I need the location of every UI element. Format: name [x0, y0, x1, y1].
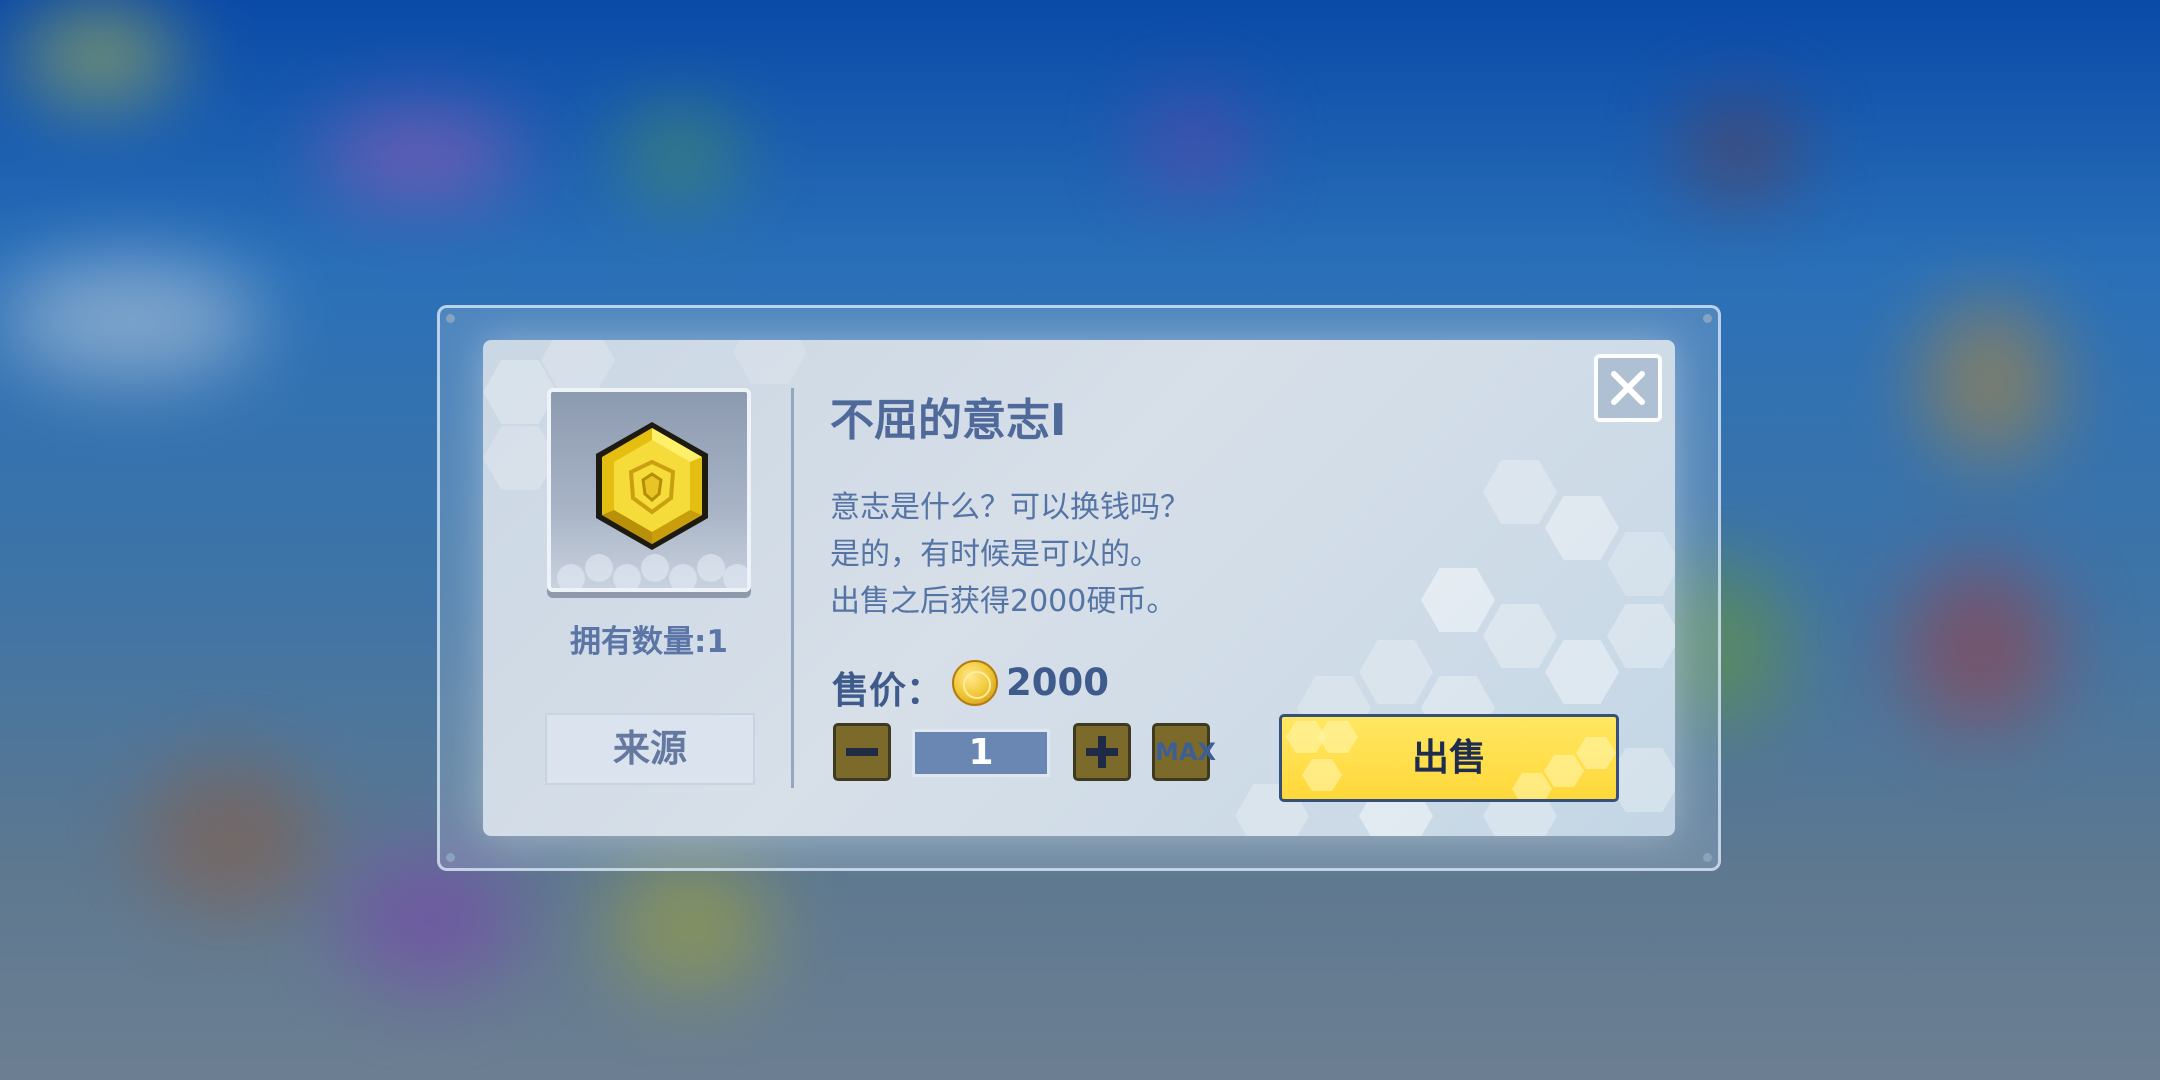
rivet — [1703, 314, 1712, 323]
item-title: 不屈的意志Ⅰ — [830, 395, 1067, 446]
description-line: 是的，有时候是可以的。 — [830, 537, 1160, 572]
description-line: 意志是什么？可以换钱吗？ — [830, 490, 1190, 525]
price-label: 售价： — [832, 669, 943, 712]
quantity-field[interactable]: 1 — [912, 729, 1050, 777]
rivet — [1703, 853, 1712, 862]
close-button[interactable] — [1594, 354, 1662, 422]
decrease-quantity-button[interactable] — [833, 723, 891, 781]
item-icon-frame — [547, 388, 751, 592]
description-line: 出售之后获得2000硬币。 — [830, 584, 1177, 619]
gold-hexagon-medal-icon — [591, 418, 713, 554]
divider — [791, 388, 794, 788]
item-description: 意志是什么？可以换钱吗？ 是的，有时候是可以的。 出售之后获得2000硬币。 — [830, 484, 1190, 625]
sell-button[interactable]: 出售 — [1279, 714, 1619, 802]
increase-quantity-button[interactable] — [1073, 723, 1131, 781]
rivet — [446, 853, 455, 862]
minus-icon — [846, 748, 878, 756]
sell-button-label: 出售 — [1412, 736, 1486, 779]
rivet — [446, 314, 455, 323]
max-quantity-button[interactable]: MAX — [1152, 723, 1216, 781]
owned-count: 拥有数量:1 — [570, 624, 728, 660]
plus-icon — [1086, 736, 1118, 768]
close-icon — [1611, 371, 1645, 405]
gold-coin-icon — [952, 660, 998, 706]
item-detail-dialog: 拥有数量:1 来源 不屈的意志Ⅰ 意志是什么？可以换钱吗？ 是的，有时候是可以的… — [483, 340, 1675, 836]
price-value: 2000 — [1006, 661, 1109, 704]
source-button[interactable]: 来源 — [545, 713, 755, 785]
